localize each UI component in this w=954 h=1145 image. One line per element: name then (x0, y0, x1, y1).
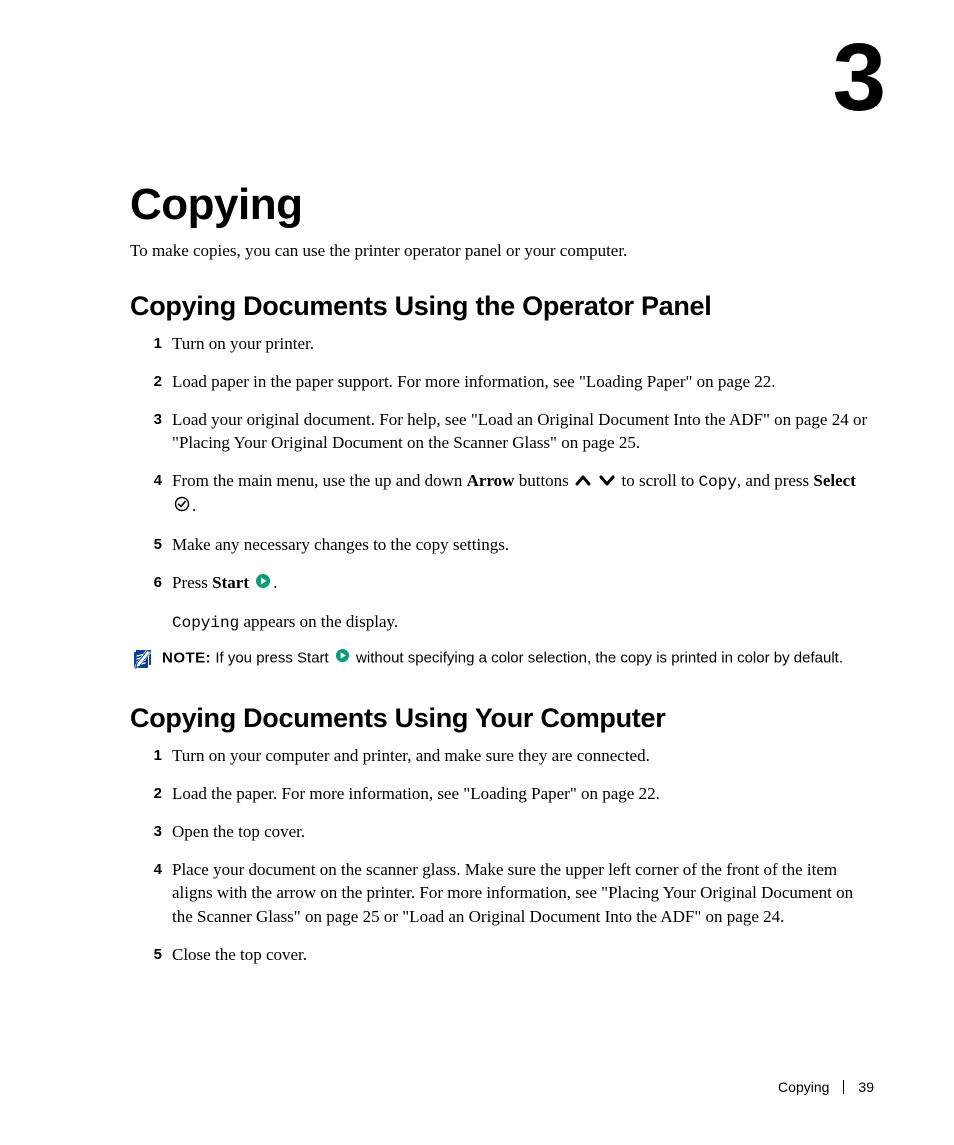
chapter-title: Copying (130, 180, 874, 230)
step-number: 6 (130, 571, 172, 593)
section-heading-computer: Copying Documents Using Your Computer (130, 703, 874, 734)
step-fragment: Press (172, 573, 212, 592)
step-item: 1 Turn on your printer. (130, 332, 874, 356)
step-item: 2 Load the paper. For more information, … (130, 782, 874, 806)
note-fragment: If you press Start (211, 650, 333, 667)
select-label: Select (813, 471, 855, 490)
step-item: 4 Place your document on the scanner gla… (130, 858, 874, 929)
page-footer: Copying 39 (778, 1079, 874, 1095)
steps-computer: 1 Turn on your computer and printer, and… (130, 744, 874, 967)
footer-title: Copying (778, 1079, 829, 1095)
step-number: 4 (130, 858, 172, 880)
arrow-label: Arrow (467, 471, 515, 490)
step-number: 1 (130, 332, 172, 354)
step-subtext: Copying appears on the display. (172, 610, 874, 634)
step-number: 3 (130, 408, 172, 430)
step-fragment (249, 573, 253, 592)
note-text: NOTE: If you press Start without specify… (162, 648, 874, 669)
step-text: Place your document on the scanner glass… (172, 858, 874, 929)
step-item: 4 From the main menu, use the up and dow… (130, 469, 874, 519)
step-item: 1 Turn on your computer and printer, and… (130, 744, 874, 768)
step-number: 3 (130, 820, 172, 842)
step-text: Open the top cover. (172, 820, 874, 844)
step-item: 5 Close the top cover. (130, 943, 874, 967)
step-fragment: appears on the display. (239, 612, 398, 631)
footer-separator (843, 1080, 844, 1094)
step-item: 5 Make any necessary changes to the copy… (130, 533, 874, 557)
step-text: Make any necessary changes to the copy s… (172, 533, 874, 557)
chapter-number: 3 (833, 30, 884, 126)
step-number: 2 (130, 782, 172, 804)
step-number: 5 (130, 943, 172, 965)
chevron-up-icon (575, 470, 591, 494)
note-icon (132, 648, 162, 675)
step-text: Close the top cover. (172, 943, 874, 967)
note-fragment: without specifying a color selection, th… (352, 650, 843, 667)
select-check-icon (174, 495, 190, 519)
display-text-copying: Copying (172, 614, 239, 632)
step-fragment: , and press (737, 471, 813, 490)
chevron-down-icon (599, 470, 615, 494)
step-fragment: . (192, 496, 196, 515)
manual-page: 3 Copying To make copies, you can use th… (0, 0, 954, 1145)
start-play-icon (255, 572, 271, 596)
step-text: Press Start . Copying appears on the dis… (172, 571, 874, 634)
step-text: From the main menu, use the up and down … (172, 469, 874, 519)
section-heading-operator-panel: Copying Documents Using the Operator Pan… (130, 291, 874, 322)
step-text: Load your original document. For help, s… (172, 408, 874, 456)
step-fragment: . (273, 573, 277, 592)
step-number: 5 (130, 533, 172, 555)
step-fragment: From the main menu, use the up and down (172, 471, 467, 490)
display-text-copy: Copy (699, 473, 737, 491)
step-item: 3 Open the top cover. (130, 820, 874, 844)
step-text: Load paper in the paper support. For mor… (172, 370, 874, 394)
step-number: 1 (130, 744, 172, 766)
step-text: Load the paper. For more information, se… (172, 782, 874, 806)
step-number: 2 (130, 370, 172, 392)
step-fragment: buttons (514, 471, 573, 490)
start-label: Start (212, 573, 249, 592)
step-fragment: to scroll to (622, 471, 699, 490)
note-label: NOTE: (162, 650, 211, 667)
step-number: 4 (130, 469, 172, 491)
step-item: 3 Load your original document. For help,… (130, 408, 874, 456)
step-text: Turn on your printer. (172, 332, 874, 356)
step-text: Turn on your computer and printer, and m… (172, 744, 874, 768)
steps-operator-panel: 1 Turn on your printer. 2 Load paper in … (130, 332, 874, 634)
step-item: 2 Load paper in the paper support. For m… (130, 370, 874, 394)
note-block: NOTE: If you press Start without specify… (130, 648, 874, 675)
start-play-icon (335, 648, 350, 669)
footer-page-number: 39 (858, 1079, 874, 1095)
step-item: 6 Press Start . Copying appears on the d… (130, 571, 874, 634)
chapter-intro: To make copies, you can use the printer … (130, 240, 874, 263)
